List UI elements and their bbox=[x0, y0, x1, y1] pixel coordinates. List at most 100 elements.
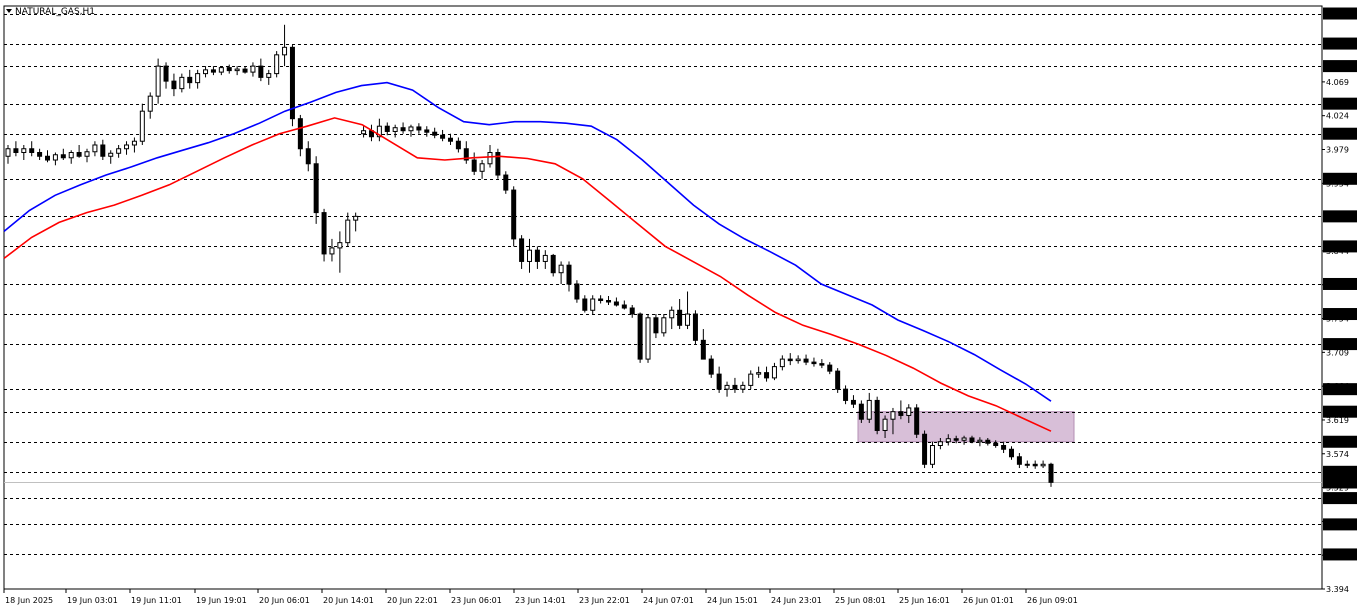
level-price-label: 4.120 bbox=[1326, 40, 1349, 49]
candle-body bbox=[455, 140, 461, 150]
candle-body bbox=[408, 126, 414, 132]
candle-body bbox=[756, 372, 762, 375]
candle-body bbox=[542, 254, 548, 262]
candle-body bbox=[361, 130, 367, 135]
x-tick-label: 20 Jun 06:01 bbox=[259, 596, 310, 605]
candle-body bbox=[677, 309, 683, 326]
candle-body bbox=[993, 442, 999, 447]
level-price-label: 3.890 bbox=[1326, 212, 1349, 221]
candle-body bbox=[187, 76, 193, 84]
candle-body bbox=[447, 137, 453, 142]
level-price-label: 4.040 bbox=[1326, 100, 1349, 109]
candle-body bbox=[898, 411, 904, 416]
candle-body bbox=[922, 433, 928, 465]
level-price-label: 3.515 bbox=[1326, 494, 1349, 503]
chevron-down-icon[interactable] bbox=[6, 9, 12, 13]
candle-body bbox=[313, 163, 319, 214]
candle-body bbox=[424, 129, 430, 133]
candle-body bbox=[52, 154, 58, 161]
candle-body bbox=[203, 69, 209, 75]
candle-body bbox=[850, 399, 856, 405]
candle-body bbox=[1001, 445, 1007, 450]
candle-body bbox=[795, 358, 801, 362]
candle-body bbox=[511, 189, 517, 240]
candle-body bbox=[1016, 456, 1022, 465]
chart: 4.0694.0243.9793.9343.8443.7993.7543.709… bbox=[0, 0, 1362, 611]
level-price-label: 4.000 bbox=[1326, 130, 1349, 139]
level-price-label: 3.800 bbox=[1326, 280, 1349, 289]
level-price-label: 3.440 bbox=[1326, 550, 1349, 559]
candle-body bbox=[329, 247, 335, 255]
x-tick-label: 20 Jun 14:01 bbox=[323, 596, 374, 605]
candle-body bbox=[37, 152, 43, 157]
candle-body bbox=[692, 313, 698, 341]
level-price-label: 3.660 bbox=[1326, 385, 1349, 394]
candle-body bbox=[147, 95, 153, 112]
x-tick-label: 23 Jun 14:01 bbox=[515, 596, 566, 605]
candle-body bbox=[210, 69, 216, 73]
x-tick-label: 26 Jun 01:01 bbox=[963, 596, 1014, 605]
candle-body bbox=[45, 155, 51, 161]
candle-body bbox=[345, 219, 351, 244]
candle-body bbox=[384, 125, 390, 132]
candle-body bbox=[550, 254, 556, 274]
candle-body bbox=[305, 148, 311, 165]
candle-body bbox=[432, 131, 438, 136]
candle-body bbox=[92, 144, 98, 153]
candle-body bbox=[258, 65, 264, 78]
candle-body bbox=[534, 249, 540, 262]
candle-body bbox=[108, 152, 114, 157]
candle-body bbox=[1024, 463, 1030, 466]
candle-body bbox=[969, 437, 975, 443]
level-price-label: 3.480 bbox=[1326, 520, 1349, 529]
candle-body bbox=[195, 73, 201, 84]
candle-body bbox=[803, 358, 809, 363]
candle-body bbox=[76, 152, 82, 157]
candle-body bbox=[961, 437, 967, 441]
candle-body bbox=[866, 399, 872, 420]
candle-body bbox=[613, 301, 619, 306]
candle-body bbox=[100, 144, 106, 157]
candle-body bbox=[226, 67, 232, 72]
candle-body bbox=[661, 317, 667, 334]
candle-body bbox=[179, 76, 185, 90]
y-tick-label: 3.979 bbox=[1326, 145, 1349, 154]
level-price-label: 3.850 bbox=[1326, 242, 1349, 251]
candle-body bbox=[669, 309, 675, 319]
candle-body bbox=[29, 148, 35, 154]
candle-body bbox=[937, 441, 943, 447]
candle-body bbox=[748, 373, 754, 386]
candle-body bbox=[590, 298, 596, 311]
candle-body bbox=[771, 366, 777, 379]
candle-body bbox=[337, 242, 343, 249]
x-tick-label: 24 Jun 15:01 bbox=[707, 596, 758, 605]
candle-body bbox=[843, 388, 849, 401]
candle-body bbox=[297, 118, 303, 150]
candle-body bbox=[250, 65, 256, 73]
x-tick-label: 24 Jun 23:01 bbox=[771, 596, 822, 605]
candle-body bbox=[566, 264, 572, 285]
candle-body bbox=[234, 68, 240, 72]
current-price-label: 3.536 bbox=[1326, 479, 1349, 488]
ma-slow-line bbox=[3, 117, 1052, 432]
candle-body bbox=[242, 68, 248, 73]
candle-body bbox=[882, 418, 888, 431]
candle-body bbox=[155, 65, 161, 97]
candle-body bbox=[977, 439, 983, 443]
candle-body bbox=[163, 65, 169, 82]
y-tick-label: 3.394 bbox=[1326, 585, 1349, 594]
candle-body bbox=[708, 358, 714, 375]
x-tick-label: 18 Jun 2025 bbox=[5, 596, 53, 605]
candle-body bbox=[827, 364, 833, 372]
y-tick-label: 4.069 bbox=[1326, 78, 1349, 87]
candle-body bbox=[685, 313, 691, 326]
candle-body bbox=[764, 372, 770, 379]
chart-title: NATURAL_GAS,H1 bbox=[15, 7, 95, 17]
level-price-label: 3.630 bbox=[1326, 408, 1349, 417]
candle-body bbox=[700, 339, 706, 360]
candle-body bbox=[400, 127, 406, 132]
candle-body bbox=[471, 159, 477, 172]
candle-body bbox=[835, 370, 841, 390]
candle-body bbox=[929, 445, 935, 465]
candle-body bbox=[68, 152, 74, 159]
